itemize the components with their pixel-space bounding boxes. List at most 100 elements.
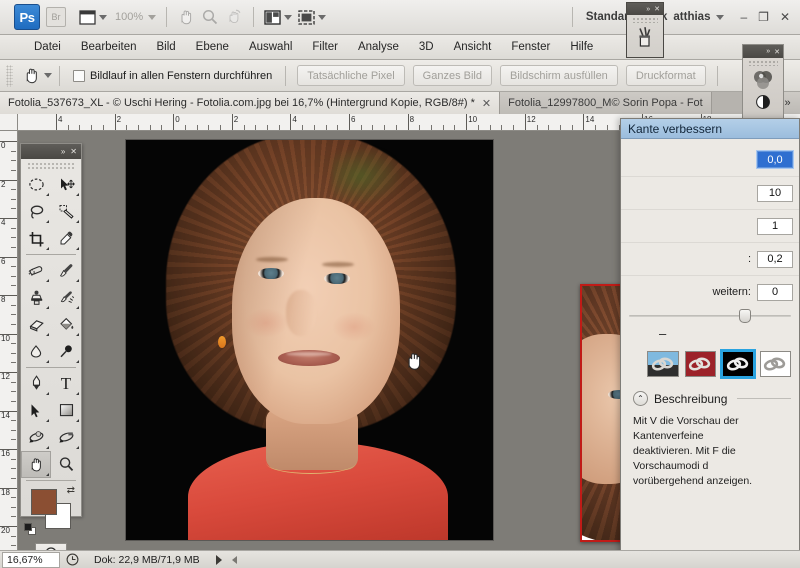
- refine-field-feather[interactable]: 1: [757, 217, 793, 235]
- tool-type[interactable]: T: [51, 370, 81, 397]
- zoom-level-dropdown[interactable]: 100%: [110, 5, 159, 29]
- menu-bild[interactable]: Bild: [146, 38, 185, 56]
- menu-filter[interactable]: Filter: [302, 38, 348, 56]
- tool-pen[interactable]: [21, 370, 51, 397]
- menu-datei[interactable]: Datei: [24, 38, 71, 56]
- preview-mode-on-layers[interactable]: [647, 351, 679, 377]
- tool-rectangle-shape[interactable]: [51, 397, 81, 424]
- close-button[interactable]: ✕: [780, 10, 790, 24]
- tool-3d-rotate[interactable]: [21, 424, 51, 451]
- tool-hand[interactable]: [21, 451, 51, 478]
- tool-move[interactable]: [51, 171, 81, 198]
- scroll-all-windows-checkbox[interactable]: [73, 69, 85, 82]
- view-extras-button[interactable]: [76, 5, 110, 29]
- refine-field-shift-edge[interactable]: 0: [757, 283, 793, 301]
- scroll-all-windows-option[interactable]: Bildlauf in allen Fenstern durchführen: [67, 69, 278, 82]
- menu-bearbeiten[interactable]: Bearbeiten: [71, 38, 147, 56]
- document-image[interactable]: [126, 140, 493, 540]
- tools-panel-grip[interactable]: [27, 162, 75, 169]
- refine-shift-edge-slider[interactable]: [629, 308, 791, 324]
- close-icon[interactable]: ✕: [70, 147, 77, 156]
- collapse-icon[interactable]: »: [766, 48, 770, 55]
- actual-pixels-button[interactable]: Tatsächliche Pixel: [297, 65, 405, 86]
- current-tool-indicator[interactable]: [18, 64, 44, 88]
- ruler-corner[interactable]: [0, 114, 18, 131]
- menu-fenster[interactable]: Fenster: [501, 38, 560, 56]
- preview-mode-on-white[interactable]: [759, 351, 791, 377]
- menu-auswahl[interactable]: Auswahl: [239, 38, 302, 56]
- tool-quick-selection[interactable]: [51, 198, 81, 225]
- refine-field-contrast[interactable]: 0,2: [757, 250, 793, 268]
- tool-presets-header[interactable]: » ✕: [627, 3, 663, 15]
- tool-clone-stamp[interactable]: [21, 284, 51, 311]
- tool-3d-orbit-camera[interactable]: [51, 424, 81, 451]
- foreground-color-swatch[interactable]: [31, 489, 57, 515]
- restore-button[interactable]: ❐: [758, 10, 769, 24]
- fill-screen-button[interactable]: Bildschirm ausfüllen: [499, 65, 618, 86]
- tool-lasso[interactable]: [21, 198, 51, 225]
- collapse-icon[interactable]: »: [61, 147, 65, 156]
- zoom-tool-button[interactable]: [198, 5, 222, 29]
- hand-tool-button[interactable]: [174, 5, 198, 29]
- preview-mode-on-black[interactable]: [720, 349, 756, 379]
- tool-presets-button[interactable]: [627, 25, 663, 51]
- document-tab-inactive[interactable]: Fotolia_12997800_M© Sorin Popa - Fot: [500, 92, 712, 114]
- color-panel-button[interactable]: [743, 69, 783, 91]
- tool-dodge[interactable]: [51, 338, 81, 365]
- tool-brush[interactable]: [51, 257, 81, 284]
- slider-thumb[interactable]: [739, 309, 751, 323]
- preview-mode-on-red[interactable]: [684, 351, 716, 377]
- user-name-label[interactable]: atthias: [673, 11, 710, 23]
- tool-eyedropper[interactable]: [51, 225, 81, 252]
- mini-dock-grip[interactable]: [748, 60, 778, 66]
- screen-mode-button[interactable]: [295, 5, 329, 29]
- tool-zoom[interactable]: [51, 451, 81, 478]
- adjustments-panel-button[interactable]: [743, 94, 783, 110]
- ruler-minor-tick: [302, 125, 304, 130]
- status-zoom-field[interactable]: 16,67%: [2, 551, 60, 568]
- bridge-icon[interactable]: Br: [46, 7, 66, 27]
- tool-elliptical-marquee[interactable]: [21, 171, 51, 198]
- image-eye-left: [258, 268, 284, 279]
- scroll-left-arrow-icon[interactable]: [231, 555, 237, 564]
- ruler-minor-tick: [11, 198, 16, 200]
- description-section-header[interactable]: ⌃ Beschreibung: [621, 385, 799, 410]
- tools-panel-header[interactable]: » ✕: [21, 144, 81, 159]
- vertical-ruler[interactable]: 0 2 4 6 8 10 12 14 16 18 20: [0, 131, 18, 550]
- description-line: vorübergehend anzeigen.: [633, 475, 753, 487]
- clock-icon: [66, 553, 78, 566]
- tool-history-brush[interactable]: [51, 284, 81, 311]
- close-icon[interactable]: ✕: [654, 5, 660, 13]
- tool-gradient[interactable]: [51, 311, 81, 338]
- document-tab-active[interactable]: Fotolia_537673_XL - © Uschi Hering - Fot…: [0, 92, 501, 114]
- menu-hilfe[interactable]: Hilfe: [560, 38, 603, 56]
- tool-path-selection[interactable]: [21, 397, 51, 424]
- rotate-view-tool-button[interactable]: [222, 5, 246, 29]
- menu-analyse[interactable]: Analyse: [348, 38, 409, 56]
- tool-crop[interactable]: [21, 225, 51, 252]
- menu-ansicht[interactable]: Ansicht: [444, 38, 502, 56]
- collapse-icon[interactable]: »: [646, 6, 650, 13]
- menu-ebene[interactable]: Ebene: [186, 38, 239, 56]
- close-icon[interactable]: ✕: [482, 97, 491, 110]
- refine-field-radius[interactable]: 0,0: [757, 151, 793, 168]
- refine-field-smooth[interactable]: 10: [757, 184, 793, 202]
- options-bar-grip[interactable]: [6, 64, 13, 87]
- tool-presets-grip[interactable]: [632, 17, 658, 23]
- tool-preset-chevron-icon[interactable]: [44, 73, 52, 78]
- close-icon[interactable]: ✕: [774, 48, 780, 56]
- tool-blur[interactable]: [21, 338, 51, 365]
- chevron-down-icon[interactable]: [716, 14, 725, 20]
- chevron-up-icon[interactable]: ⌃: [633, 391, 648, 406]
- minimize-button[interactable]: –: [740, 10, 747, 24]
- swap-colors-icon[interactable]: ⇄: [67, 485, 75, 496]
- mini-dock-header[interactable]: » ✕: [743, 45, 783, 58]
- tool-eraser[interactable]: [21, 311, 51, 338]
- status-menu-arrow-icon[interactable]: [215, 554, 222, 565]
- menu-3d[interactable]: 3D: [409, 38, 444, 56]
- fit-screen-button[interactable]: Ganzes Bild: [412, 65, 492, 86]
- print-size-button[interactable]: Druckformat: [625, 65, 706, 86]
- tool-healing-brush[interactable]: [21, 257, 51, 284]
- arrange-documents-button[interactable]: [261, 5, 295, 29]
- default-colors-icon[interactable]: [24, 523, 36, 535]
